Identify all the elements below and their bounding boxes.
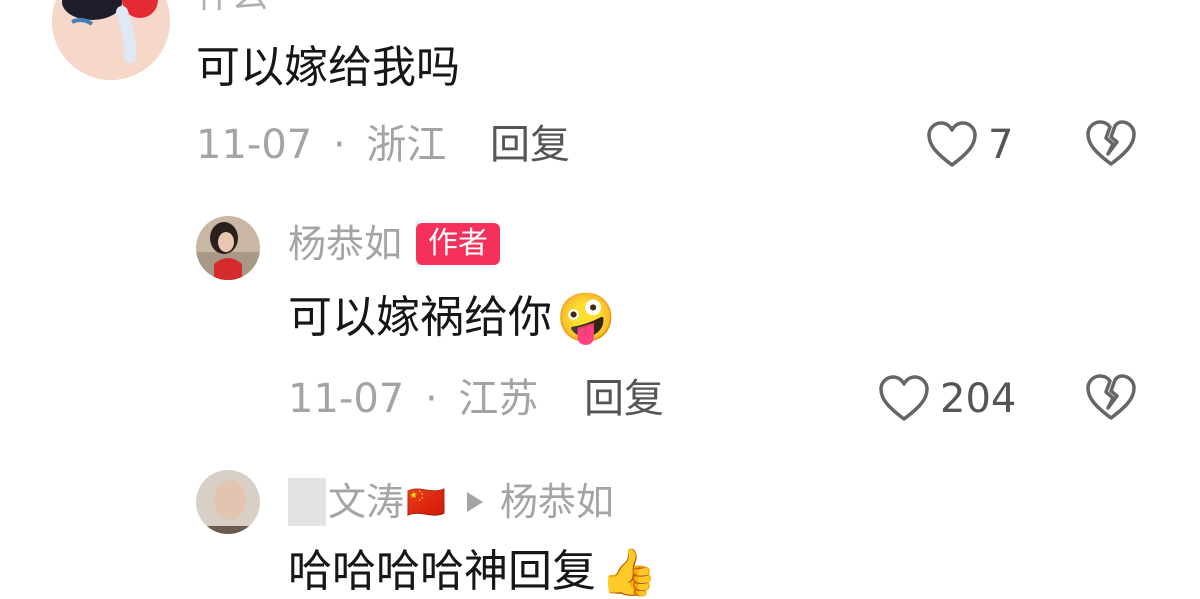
like-button[interactable]: 7 <box>926 118 1013 172</box>
reply-to-username[interactable]: 杨恭如 <box>500 480 614 524</box>
comment-date: 11-07 <box>196 122 313 168</box>
thumbs-up-emoji: 👍 <box>600 545 658 599</box>
reply-button[interactable]: 回复 <box>490 122 570 168</box>
comment-location: 江苏 <box>458 376 539 422</box>
dislike-button[interactable] <box>1086 120 1136 172</box>
comment-meta: 11-07 · 江苏 <box>288 376 538 422</box>
china-flag-icon: 🇨🇳 <box>406 483 446 521</box>
dislike-button[interactable] <box>1086 374 1136 426</box>
meta-separator: · <box>424 376 438 422</box>
comment-header: 文涛 🇨🇳 杨恭如 <box>288 478 614 526</box>
heart-icon <box>927 121 977 167</box>
avatar-photo <box>196 216 260 280</box>
heart-icon <box>879 375 929 421</box>
avatar-illustration <box>52 0 170 80</box>
comment-text: 哈哈哈哈神回复 <box>288 546 596 597</box>
username[interactable]: 杨恭如 <box>288 222 402 266</box>
comment-text: 可以嫁祸给你 <box>288 292 552 343</box>
avatar[interactable] <box>196 216 260 280</box>
username[interactable]: 什么 <box>196 0 268 16</box>
comment-text-row: 可以嫁祸给你 🤪 <box>288 292 616 344</box>
reply-arrow-icon <box>466 492 483 512</box>
username[interactable]: 文涛 <box>328 480 404 524</box>
comment-header: 杨恭如 作者 <box>288 222 501 266</box>
broken-heart-icon <box>1086 374 1136 420</box>
comment-date: 11-07 <box>288 376 405 422</box>
author-badge: 作者 <box>416 223 501 265</box>
like-count: 7 <box>988 122 1014 168</box>
redacted-block <box>288 478 326 526</box>
avatar[interactable] <box>196 470 260 534</box>
comment-meta: 11-07 · 浙江 <box>196 122 446 168</box>
zany-face-emoji: 🤪 <box>556 290 616 346</box>
comment-text-row: 哈哈哈哈神回复 👍 <box>288 546 657 598</box>
comment-location: 浙江 <box>366 122 447 168</box>
like-button[interactable]: 204 <box>878 372 1016 426</box>
broken-heart-icon <box>1086 120 1136 166</box>
reply-button[interactable]: 回复 <box>584 376 664 422</box>
avatar-photo <box>196 470 260 534</box>
avatar[interactable] <box>52 0 170 80</box>
meta-separator: · <box>332 122 346 168</box>
like-count: 204 <box>940 376 1017 422</box>
comment-text: 可以嫁给我吗 <box>196 42 460 93</box>
